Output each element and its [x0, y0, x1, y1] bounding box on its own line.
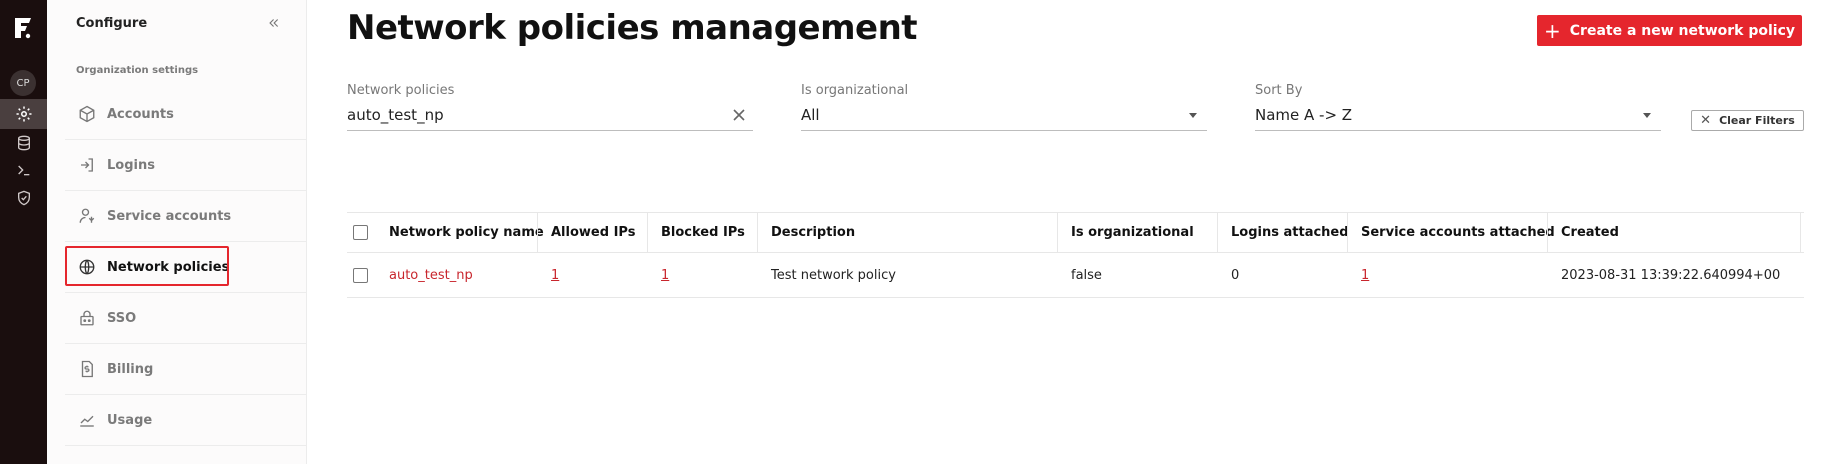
column-divider[interactable]: [757, 213, 758, 253]
filter-label: Is organizational: [801, 83, 909, 98]
sidebar-item-sso[interactable]: SSO: [65, 293, 307, 344]
sidebar-item-label: Logins: [107, 157, 155, 173]
column-header-allowed-ips[interactable]: Allowed IPs: [551, 213, 635, 252]
sidebar-section-label: Organization settings: [76, 65, 199, 76]
service-accounts-attached-link[interactable]: 1: [1361, 253, 1369, 297]
network-policies-filter[interactable]: Network policies auto_test_np: [347, 83, 753, 131]
plus-icon: +: [1544, 18, 1561, 43]
sidebar-item-label: Service accounts: [107, 208, 232, 224]
blocked-ips-link[interactable]: 1: [661, 253, 669, 297]
row-select-cell: [353, 253, 373, 297]
sort-by-value[interactable]: Name A -> Z: [1255, 106, 1352, 124]
logins-attached-cell: 0: [1231, 267, 1240, 283]
cube-icon: [77, 104, 97, 124]
sso-icon: [77, 308, 97, 328]
network-policies-table: Network policy name Allowed IPs Blocked …: [347, 212, 1804, 298]
sort-by-select[interactable]: Sort By Name A -> Z: [1255, 83, 1661, 131]
database-icon[interactable]: [0, 128, 47, 158]
shield-icon[interactable]: [0, 183, 47, 213]
clear-filters-button[interactable]: ✕ Clear Filters: [1691, 110, 1804, 131]
column-header-service-accounts-attached[interactable]: Service accounts attached: [1361, 213, 1555, 252]
column-divider[interactable]: [1217, 213, 1218, 253]
login-icon: [77, 155, 97, 175]
is-organizational-value[interactable]: All: [801, 106, 820, 124]
sidebar-item-billing[interactable]: Billing: [65, 344, 307, 395]
column-header-name[interactable]: Network policy name: [389, 213, 544, 252]
app-logo-icon[interactable]: [9, 14, 37, 42]
create-button-label: Create a new network policy: [1569, 22, 1795, 39]
description-cell: Test network policy: [771, 267, 896, 283]
left-rail: CP: [0, 0, 47, 464]
select-all-checkbox[interactable]: [353, 225, 368, 240]
column-divider[interactable]: [647, 213, 648, 253]
usage-chart-icon: [77, 410, 97, 430]
sidebar-item-logins[interactable]: Logins: [65, 140, 307, 191]
policy-name-link[interactable]: auto_test_np: [389, 253, 473, 297]
is-organizational-select[interactable]: Is organizational All: [801, 83, 1207, 131]
filter-label: Network policies: [347, 83, 455, 98]
sidebar-item-service-accounts[interactable]: Service accounts: [65, 191, 307, 242]
gear-icon[interactable]: [0, 99, 47, 129]
page-title: Network policies management: [347, 8, 918, 48]
sidebar-item-label: Billing: [107, 361, 154, 377]
selection-highlight: [65, 246, 229, 286]
user-avatar[interactable]: CP: [10, 70, 36, 96]
table-row[interactable]: auto_test_np 1 1 Test network policy fal…: [347, 252, 1804, 298]
is-organizational-cell: false: [1071, 267, 1102, 283]
sidebar-item-accounts[interactable]: Accounts: [65, 89, 307, 140]
row-checkbox[interactable]: [353, 267, 368, 283]
sidebar-item-usage[interactable]: Usage: [65, 395, 307, 446]
column-header-blocked-ips[interactable]: Blocked IPs: [661, 213, 745, 252]
filter-label: Sort By: [1255, 83, 1303, 98]
created-cell: 2023-08-31 13:39:22.640994+00: [1561, 267, 1781, 283]
column-header-is-organizational[interactable]: Is organizational: [1071, 213, 1194, 252]
column-divider[interactable]: [537, 213, 538, 253]
app: CP Configure Organization settings Accou…: [0, 0, 1838, 464]
column-header-logins-attached[interactable]: Logins attached: [1231, 213, 1349, 252]
billing-icon: [77, 359, 97, 379]
column-header-description[interactable]: Description: [771, 213, 855, 252]
configure-sidebar: Configure Organization settings Accounts: [47, 0, 307, 464]
select-all-cell: [353, 213, 373, 252]
network-policies-input[interactable]: auto_test_np: [347, 106, 444, 124]
table-header-row: Network policy name Allowed IPs Blocked …: [347, 212, 1804, 253]
collapse-sidebar-icon[interactable]: [262, 12, 284, 34]
sidebar-item-network-policies[interactable]: Network policies: [65, 242, 307, 293]
sidebar-item-label: Usage: [107, 412, 153, 428]
terminal-icon[interactable]: [0, 155, 47, 185]
column-divider[interactable]: [1800, 213, 1801, 253]
column-header-created[interactable]: Created: [1561, 213, 1619, 252]
allowed-ips-link[interactable]: 1: [551, 253, 559, 297]
clear-filters-label: Clear Filters: [1719, 114, 1795, 127]
sidebar-item-label: SSO: [107, 310, 137, 326]
chevron-down-icon[interactable]: [1639, 107, 1655, 123]
column-divider[interactable]: [1347, 213, 1348, 253]
service-account-icon: [77, 206, 97, 226]
column-divider[interactable]: [1547, 213, 1548, 253]
sidebar-item-label: Accounts: [107, 106, 174, 122]
close-icon: ✕: [1700, 113, 1712, 128]
sidebar-title: Configure: [76, 16, 148, 31]
column-divider[interactable]: [1057, 213, 1058, 253]
create-network-policy-button[interactable]: + Create a new network policy: [1537, 15, 1802, 46]
clear-input-icon[interactable]: [731, 107, 747, 123]
chevron-down-icon[interactable]: [1185, 107, 1201, 123]
